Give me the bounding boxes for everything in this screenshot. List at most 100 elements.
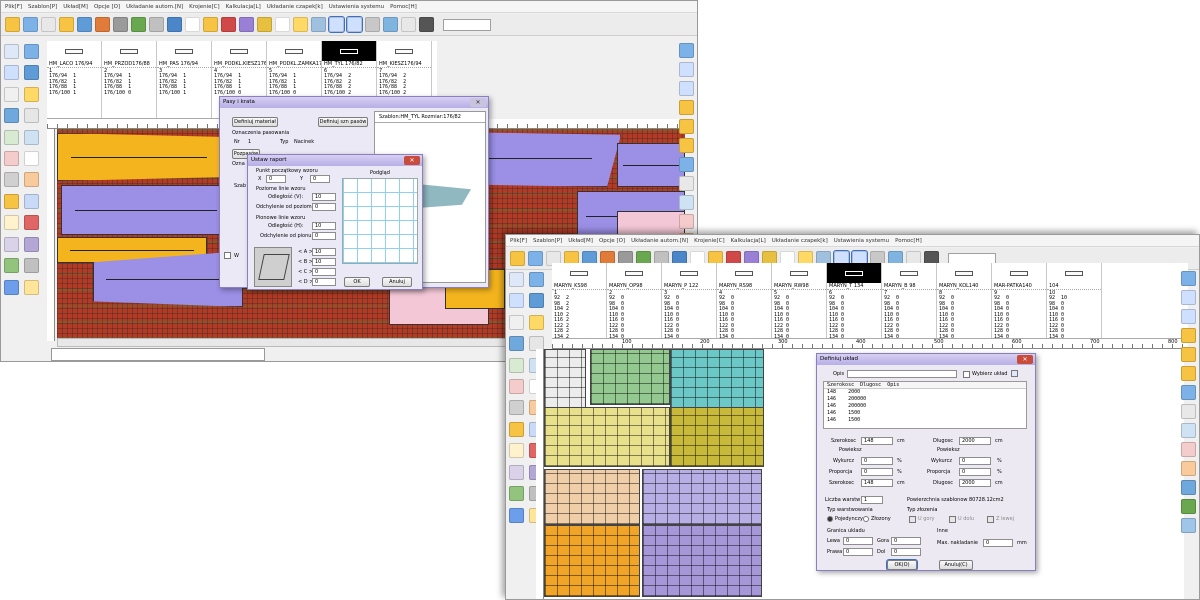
check-icon[interactable] (1011, 370, 1018, 377)
stack-icon[interactable] (509, 486, 524, 502)
flip-icon[interactable] (509, 336, 524, 352)
new-icon[interactable] (510, 251, 525, 266)
menu-item[interactable]: Plik[F] (510, 238, 527, 244)
menu-item[interactable]: Układ[M] (63, 4, 88, 10)
piece-thumbnail[interactable] (47, 41, 101, 61)
menu-item[interactable]: Kalkulacja[L] (226, 4, 261, 10)
layers-field[interactable]: 1 (861, 496, 883, 504)
group-icon[interactable] (509, 464, 524, 480)
move-icon[interactable] (4, 86, 19, 102)
menu-item[interactable]: Układanie autom.[N] (126, 4, 183, 10)
dist-v-field[interactable]: 10 (312, 193, 336, 201)
fabric-icon[interactable] (1181, 499, 1196, 514)
rotate-icon[interactable] (167, 17, 182, 32)
mark-icon[interactable] (509, 421, 524, 437)
zoom-out-icon[interactable] (24, 65, 39, 81)
left-checkbox[interactable] (987, 516, 994, 523)
layers-icon[interactable] (24, 44, 39, 59)
define-material-button[interactable]: Definiuj materiał (232, 117, 278, 127)
save-icon[interactable] (41, 17, 56, 32)
piece-column[interactable]: MARYN_OP98 2 92 0 98 0 104 0 110 0 116 0 1… (607, 263, 662, 338)
folded-radio[interactable] (863, 516, 869, 522)
zoom-in-icon[interactable] (1181, 271, 1196, 286)
trash-icon[interactable] (419, 17, 434, 32)
piece-size-list[interactable]: 176/94 1 176/82 1 176/88 1 176/100 0 (102, 73, 156, 96)
piece-size-list[interactable]: 92 0 98 0 104 0 110 0 116 0 122 0 128 0 … (827, 295, 881, 338)
piece-size-list[interactable]: 176/94 1 176/82 1 176/88 1 176/100 0 (267, 73, 321, 96)
copy-icon[interactable] (24, 193, 39, 209)
menu-item[interactable]: Krojenie[C] (189, 4, 220, 10)
piece-right-icon[interactable] (1181, 347, 1196, 362)
color-icon[interactable] (679, 214, 694, 229)
piece-size-list[interactable]: 92 0 98 0 104 0 110 0 116 0 122 0 128 0 … (607, 295, 661, 338)
menu-item[interactable]: Kalkulacja[L] (731, 238, 766, 244)
piece-thumbnail[interactable] (1047, 263, 1101, 283)
align-icon[interactable] (24, 258, 39, 274)
layout-icon[interactable] (1181, 480, 1196, 495)
cut-icon[interactable] (346, 16, 363, 33)
menu-item[interactable]: Układanie czapek[k] (772, 238, 828, 244)
refresh-icon[interactable] (77, 17, 92, 32)
zoom-in-icon[interactable] (4, 65, 19, 81)
bottom-margin-field[interactable]: 0 (891, 548, 921, 556)
mark-icon[interactable] (4, 193, 19, 209)
piece-size-list[interactable]: 92 0 98 0 104 0 110 0 116 0 122 0 128 0 … (992, 295, 1046, 338)
rotate-icon[interactable] (24, 86, 39, 102)
piece-column[interactable]: HM_PAS 176/94 3 176/94 1 176/82 1 176/88 1… (157, 41, 212, 118)
pattern-piece[interactable] (61, 185, 231, 235)
piece-thumbnail[interactable] (662, 263, 716, 283)
piece-group[interactable] (544, 525, 640, 597)
piece-column[interactable]: MARYN_RS98 4 92 0 98 0 104 0 110 0 116 0 1… (717, 263, 772, 338)
cross-icon[interactable] (4, 151, 19, 167)
pdf-icon[interactable] (509, 507, 524, 523)
define-stripes-button[interactable]: Definiuj szn pasów (318, 117, 368, 127)
piece-icon[interactable] (24, 172, 39, 188)
piece-column[interactable]: MARYN_T 134 6 92 0 98 0 104 0 110 0 116 0 … (827, 263, 882, 338)
piece-down-icon[interactable] (679, 157, 694, 172)
shrink-field[interactable]: 0 (861, 457, 893, 465)
zoom-out-icon[interactable] (679, 62, 694, 77)
pdf-icon[interactable] (4, 279, 19, 295)
piece-size-list[interactable]: 92 0 98 0 104 0 110 0 116 0 122 0 128 0 … (882, 295, 936, 338)
menu-item[interactable]: Szablon[P] (28, 4, 57, 10)
folder-icon[interactable] (59, 17, 74, 32)
piece-left-icon[interactable] (1181, 328, 1196, 343)
info-icon[interactable] (383, 17, 398, 32)
layers-icon[interactable] (529, 272, 544, 287)
open-icon[interactable] (528, 251, 543, 266)
x-field[interactable]: 0 (266, 175, 286, 183)
new-icon[interactable] (5, 17, 20, 32)
close-icon[interactable]: ✕ (404, 156, 420, 165)
ruler-icon[interactable] (401, 17, 416, 32)
piece-size-list[interactable]: 92 0 98 0 104 0 110 0 116 0 122 0 128 0 … (937, 295, 991, 338)
paste-icon[interactable] (4, 215, 19, 231)
piece-column[interactable]: 104 10 92 10 98 0 104 0 110 0 116 0 122 0 … (1047, 263, 1102, 338)
ungroup-icon[interactable] (24, 236, 39, 252)
d-field[interactable]: 0 (312, 278, 336, 286)
menu-item[interactable]: Pomoc[H] (895, 238, 922, 244)
menu-item[interactable]: Układanie autom.[N] (631, 238, 688, 244)
piece-size-list[interactable]: 176/94 1 176/82 1 176/88 1 176/100 1 (157, 73, 211, 96)
piece-group[interactable] (642, 469, 762, 525)
piece-group[interactable] (670, 407, 764, 467)
zoom-fit-icon[interactable] (24, 129, 39, 145)
select-layout-checkbox[interactable] (963, 371, 970, 378)
width-result-field[interactable]: 148 (861, 479, 893, 487)
top-checkbox[interactable] (909, 516, 916, 523)
piece-thumbnail[interactable] (937, 263, 991, 283)
a-field[interactable]: 10 (312, 248, 336, 256)
piece-column[interactable]: MAR-PATKA140 9 92 0 98 0 104 0 110 0 116 0… (992, 263, 1047, 338)
zoom-icon[interactable] (4, 129, 19, 145)
flip-icon[interactable] (4, 108, 19, 124)
menu-item[interactable]: Szablon[P] (533, 238, 562, 244)
close-icon[interactable]: ✕ (470, 98, 486, 107)
bottom-checkbox[interactable] (949, 516, 956, 523)
piece-size-list[interactable]: 92 2 98 2 104 2 110 2 116 2 122 2 128 2 … (552, 295, 606, 338)
opis-field[interactable] (847, 370, 957, 378)
piece-down-icon[interactable] (1181, 385, 1196, 400)
piece-right-icon[interactable] (679, 119, 694, 134)
zoom-out-icon[interactable] (529, 293, 544, 309)
copy-icon[interactable] (365, 17, 380, 32)
zoom-fit-icon[interactable] (679, 81, 694, 96)
piece-thumbnail[interactable] (212, 41, 266, 61)
